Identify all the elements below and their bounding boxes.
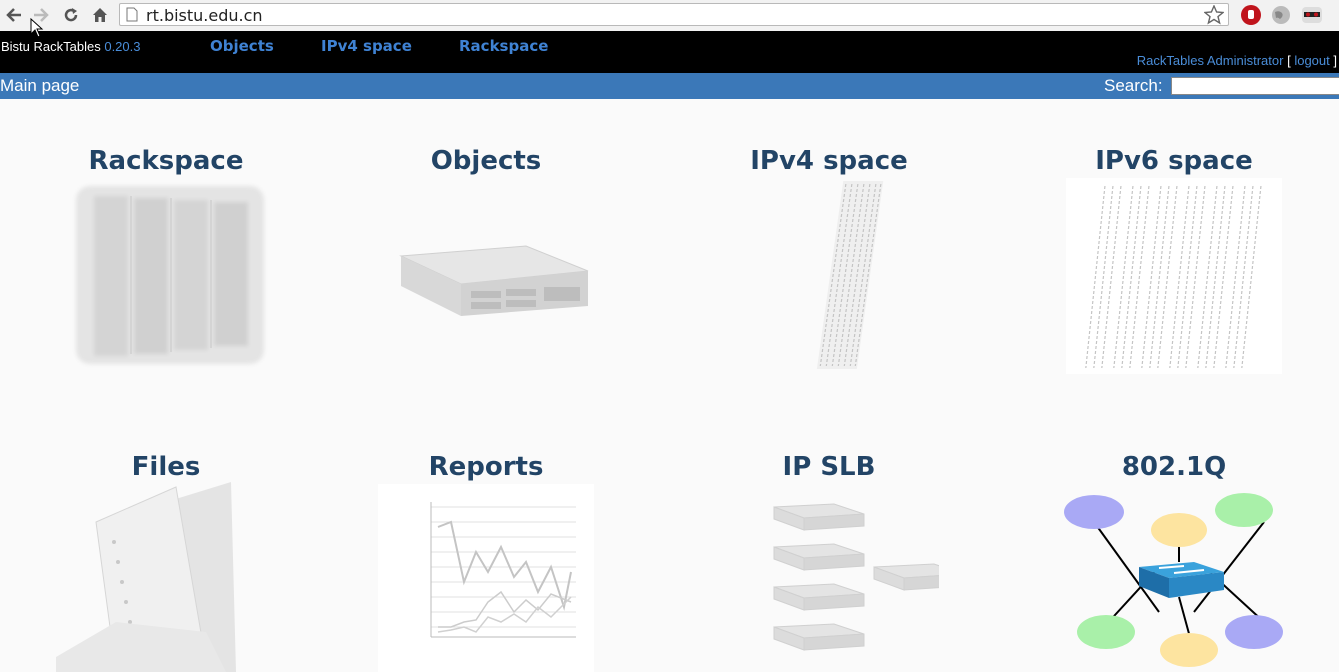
tile-objects[interactable]: Objects: [336, 146, 636, 371]
tile-ip-slb[interactable]: IP SLB: [679, 452, 979, 672]
ipv4-address-column-icon: [816, 181, 884, 369]
document-folder-icon: [56, 482, 236, 672]
user-info: RackTables Administrator [ logout ]: [1137, 53, 1337, 68]
bracket-close: ]: [1333, 53, 1337, 68]
logout-link[interactable]: logout: [1294, 53, 1329, 68]
version: 0.20.3: [104, 39, 141, 54]
server-icon: [399, 245, 589, 316]
network-switch-vlan-icon: [1064, 493, 1283, 667]
tile-title[interactable]: IPv4 space: [679, 146, 979, 176]
bookmark-star-icon[interactable]: [1203, 4, 1225, 30]
tile-title[interactable]: IPv6 space: [1024, 146, 1324, 176]
tile-title[interactable]: Objects: [336, 146, 636, 176]
tile-title[interactable]: Reports: [336, 452, 636, 482]
tile-ipv6-space[interactable]: IPv6 space: [1024, 146, 1324, 376]
tile-files[interactable]: Files: [16, 452, 316, 672]
adblock-extension-icon[interactable]: [1240, 4, 1262, 26]
globe-extension-icon[interactable]: [1270, 4, 1292, 26]
address-bar[interactable]: rt.bistu.edu.cn: [119, 3, 1229, 26]
back-arrow-icon[interactable]: [3, 4, 25, 26]
browser-toolbar: rt.bistu.edu.cn: [0, 0, 1339, 32]
user-link[interactable]: RackTables Administrator: [1137, 53, 1284, 68]
server-cluster-icon: [773, 503, 939, 651]
search-label: Search:: [1104, 76, 1163, 95]
tab-objects[interactable]: Objects: [210, 37, 274, 55]
rack-cabinet-icon: [76, 186, 264, 364]
tile-ipv4-space[interactable]: IPv4 space: [679, 146, 979, 371]
tile-title[interactable]: Files: [16, 452, 316, 482]
path-bar: Main page Search:: [0, 73, 1339, 99]
brand: Bistu RackTables 0.20.3: [1, 39, 141, 54]
brand-name: Bistu RackTables: [1, 39, 101, 54]
tile-title[interactable]: 802.1Q: [1024, 452, 1324, 482]
tile-802-1q[interactable]: 802.1Q: [1024, 452, 1324, 672]
tile-title[interactable]: IP SLB: [679, 452, 979, 482]
line-chart-report-icon: [378, 484, 594, 672]
tab-rackspace[interactable]: Rackspace: [459, 37, 548, 55]
breadcrumb[interactable]: Main page: [0, 76, 79, 96]
mouse-cursor-icon: [30, 17, 44, 43]
url-text: rt.bistu.edu.cn: [146, 6, 263, 25]
tile-rackspace[interactable]: Rackspace: [16, 146, 316, 371]
search-input[interactable]: [1171, 77, 1339, 95]
bracket-open: [: [1287, 53, 1291, 68]
home-icon[interactable]: [89, 4, 111, 26]
ipv6-address-columns-icon: [1066, 178, 1282, 374]
incognito-extension-icon[interactable]: [1300, 4, 1322, 26]
tile-title[interactable]: Rackspace: [16, 146, 316, 176]
app-header: Bistu RackTables 0.20.3 Objects IPv4 spa…: [0, 31, 1339, 73]
tab-ipv4-space[interactable]: IPv4 space: [321, 37, 412, 55]
page-icon: [126, 7, 138, 27]
tile-reports[interactable]: Reports: [336, 452, 636, 672]
reload-icon[interactable]: [60, 4, 82, 26]
main-page: Rackspace Objects IPv4 space IPv6 space …: [0, 99, 1339, 672]
